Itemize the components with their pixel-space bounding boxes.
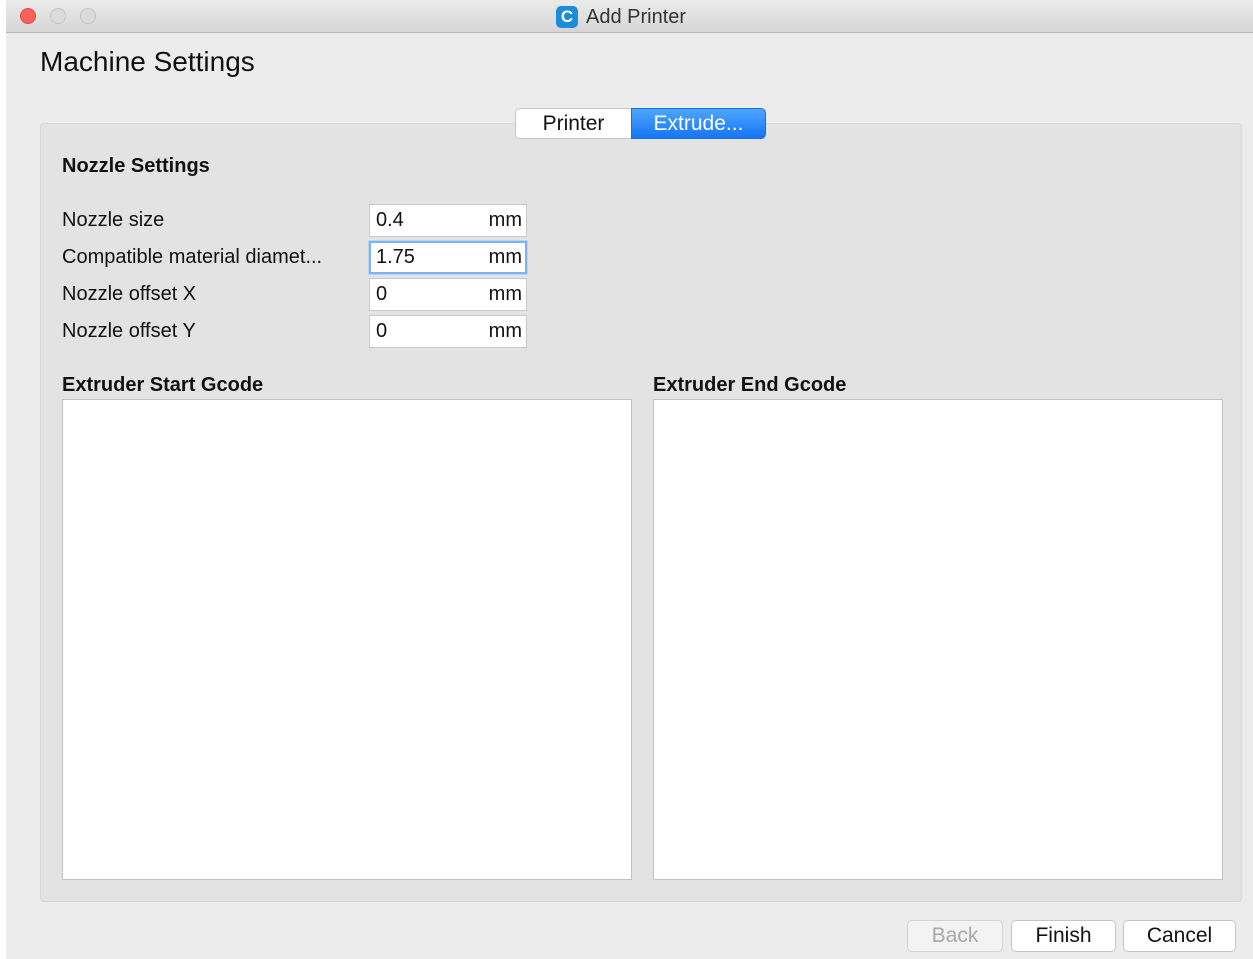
tab-bar: Printer Extrude... — [515, 108, 766, 139]
material-diameter-value[interactable]: 1.75 — [376, 246, 415, 269]
nozzle-offset-x-field[interactable]: 0 mm — [369, 278, 527, 311]
material-diameter-unit: mm — [488, 246, 522, 268]
close-window-button[interactable] — [20, 8, 36, 24]
add-printer-window: C Add Printer Machine Settings Printer E… — [6, 0, 1253, 959]
nozzle-size-value[interactable]: 0.4 — [376, 209, 404, 232]
nozzle-size-field[interactable]: 0.4 mm — [369, 204, 527, 237]
nozzle-offset-y-label: Nozzle offset Y — [62, 320, 196, 342]
minimize-window-button[interactable] — [50, 8, 66, 24]
nozzle-offset-y-unit: mm — [488, 320, 522, 342]
title-bar: C Add Printer — [6, 0, 1253, 33]
extruder-start-gcode-editor[interactable] — [62, 399, 632, 880]
nozzle-offset-x-label: Nozzle offset X — [62, 283, 197, 305]
nozzle-offset-y-value[interactable]: 0 — [376, 320, 387, 343]
app-icon-glyph: C — [560, 7, 574, 26]
nozzle-size-label: Nozzle size — [62, 209, 165, 231]
material-diameter-label: Compatible material diamet... — [62, 246, 323, 268]
nozzle-settings-heading: Nozzle Settings — [62, 155, 210, 177]
material-diameter-field[interactable]: 1.75 mm — [369, 241, 527, 274]
nozzle-size-unit: mm — [488, 209, 522, 231]
cancel-button[interactable]: Cancel — [1123, 920, 1236, 952]
cura-app-icon: C — [556, 6, 578, 28]
finish-button[interactable]: Finish — [1011, 920, 1116, 952]
tab-printer[interactable]: Printer — [515, 108, 631, 139]
window-title: Add Printer — [586, 5, 687, 28]
extruder-end-gcode-editor[interactable] — [653, 399, 1223, 880]
window-title-group: C Add Printer — [556, 6, 686, 28]
nozzle-offset-y-field[interactable]: 0 mm — [369, 315, 527, 348]
maximize-window-button[interactable] — [80, 8, 96, 24]
extruder-start-gcode-heading: Extruder Start Gcode — [62, 374, 264, 396]
nozzle-offset-x-unit: mm — [488, 283, 522, 305]
page-title: Machine Settings — [40, 46, 255, 77]
tab-extruder[interactable]: Extrude... — [631, 108, 766, 139]
back-button[interactable]: Back — [907, 920, 1003, 952]
extruder-end-gcode-heading: Extruder End Gcode — [653, 374, 847, 396]
nozzle-offset-x-value[interactable]: 0 — [376, 283, 387, 306]
